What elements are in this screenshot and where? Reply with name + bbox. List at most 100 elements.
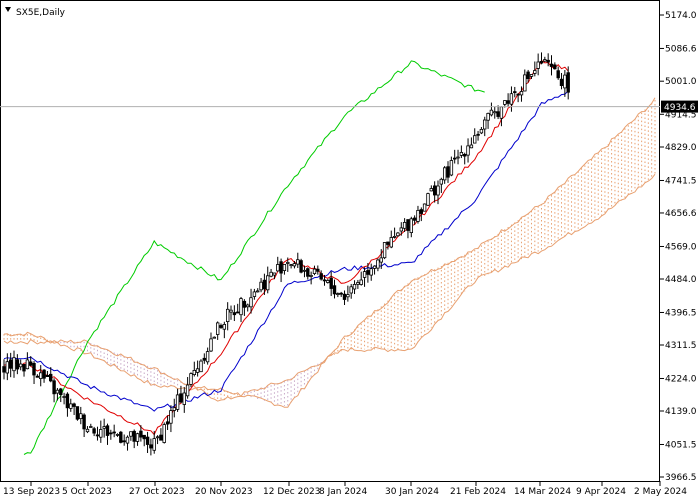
x-tick-label: 9 Apr 2024: [576, 487, 626, 497]
candle-body: [533, 70, 537, 74]
candle-body: [18, 363, 23, 368]
candle-body: [89, 426, 93, 428]
candle-body: [162, 424, 166, 443]
plot-frame: [0, 0, 660, 482]
candle-body: [452, 157, 457, 160]
candle-body: [222, 323, 226, 330]
candle-body: [543, 59, 547, 62]
candle-body: [379, 257, 383, 263]
candle-body: [449, 160, 454, 176]
candle-body: [265, 275, 270, 291]
candle-body: [526, 71, 530, 79]
candle-body: [362, 271, 367, 278]
candle-body: [426, 193, 430, 206]
candle-body: [82, 414, 86, 430]
candle-body: [412, 217, 417, 221]
candle-body: [372, 265, 377, 269]
candle-body: [416, 209, 420, 222]
candle-body: [503, 100, 507, 105]
candle-body: [549, 63, 554, 67]
candle-body: [159, 434, 163, 441]
candle-body: [369, 268, 373, 276]
candle-body: [62, 396, 66, 398]
candle-body: [72, 403, 76, 407]
candle-body: [529, 74, 534, 77]
x-tick-label: 20 Nov 2023: [195, 487, 253, 497]
candle-body: [122, 440, 126, 443]
candle-body: [342, 293, 347, 300]
candle-body: [302, 269, 307, 272]
candle-body: [376, 259, 380, 269]
candle-body: [189, 373, 193, 385]
candle-body: [469, 144, 474, 149]
candle-body: [312, 268, 317, 275]
candle-body: [12, 357, 16, 372]
candle-body: [195, 368, 200, 373]
candle-body: [406, 219, 410, 231]
candle-body: [459, 151, 464, 156]
candle-body: [28, 361, 33, 366]
candle-body: [563, 74, 567, 89]
x-tick-label: 14 Mar 2024: [514, 487, 571, 497]
candle-body: [386, 241, 390, 245]
candle-body: [336, 293, 340, 296]
candle-body: [242, 300, 247, 308]
candle-body: [165, 421, 170, 425]
candle-body: [22, 363, 26, 372]
candle-body: [235, 311, 240, 314]
candle-body: [316, 268, 320, 272]
candle-body: [322, 279, 327, 282]
y-tick-label: 5001.0: [665, 77, 697, 87]
candle-body: [282, 263, 287, 271]
candle-body: [179, 393, 183, 403]
candle-body: [112, 431, 116, 434]
candle-body: [272, 272, 277, 276]
candle-body: [523, 74, 527, 92]
candle-body: [442, 167, 447, 181]
candle-body: [419, 209, 423, 214]
candle-body: [192, 369, 196, 375]
y-tick-label: 5086.6: [665, 44, 697, 54]
candle-body: [499, 106, 504, 119]
candle-body: [486, 113, 490, 121]
candle-body: [402, 221, 407, 229]
candle-body: [389, 237, 393, 248]
candle-body: [59, 388, 63, 395]
candle-body: [139, 430, 143, 438]
candle-body: [516, 93, 520, 96]
y-tick-label: 4311.5: [665, 341, 697, 351]
candle-body: [15, 359, 20, 370]
candle-body: [276, 264, 280, 272]
candle-body: [509, 93, 514, 105]
candle-body: [513, 91, 517, 93]
y-tick-label: 4656.6: [665, 209, 697, 219]
chart-svg: 4934.6 5174.05086.65001.04914.54829.0474…: [0, 0, 698, 497]
candle-body: [212, 336, 216, 339]
y-axis: 5174.0 5086.6 5001.0 4914.5 4829.0 4741.5 4656…: [660, 11, 697, 483]
y-tick-label: 4139.0: [665, 407, 697, 417]
x-tick-label: 5 Oct 2023: [62, 487, 112, 497]
candle-body: [329, 277, 333, 289]
candle-body: [356, 282, 360, 285]
candle-body: [456, 156, 460, 159]
candle-body: [472, 135, 477, 144]
chart-root: 4934.6 5174.0 5086.6 5001.0 4914.5 4829.0 474…: [0, 0, 700, 500]
candle-body: [172, 407, 176, 411]
chart-title: SX5E,Daily: [16, 8, 66, 18]
candle-body: [482, 119, 487, 130]
candle-body: [45, 374, 50, 377]
candle-body: [546, 59, 550, 63]
candle-body: [429, 188, 433, 192]
candle-body: [366, 270, 370, 275]
candle-body: [105, 425, 110, 436]
candle-body: [239, 298, 243, 316]
candle-body: [309, 274, 313, 277]
candle-body: [319, 273, 323, 280]
candle-body: [232, 312, 237, 316]
candle-body: [446, 166, 450, 178]
candle-body: [479, 128, 484, 134]
candle-body: [55, 389, 60, 394]
candle-body: [199, 360, 203, 373]
x-tick-label: 30 Jan 2024: [385, 487, 439, 497]
candle-body: [205, 351, 210, 363]
